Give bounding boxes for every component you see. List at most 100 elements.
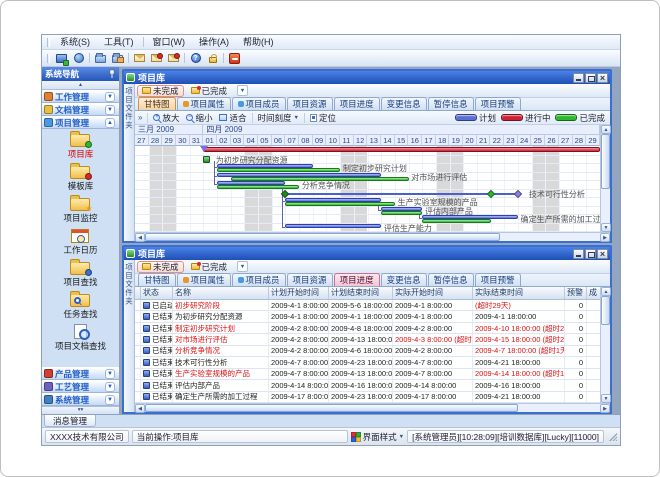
- scroll-left-button[interactable]: ◀: [135, 233, 145, 242]
- column-header-实际开始时间[interactable]: 实际开始时间: [393, 287, 473, 299]
- toolbar-button-help-icon[interactable]: ?: [188, 51, 203, 65]
- scroll-down-button[interactable]: ▼: [601, 394, 611, 403]
- sidebar-item-项目库[interactable]: 项目库: [68, 131, 94, 160]
- overflow-chevron-icon[interactable]: »: [138, 113, 142, 122]
- toolbar-button-mail-icon[interactable]: [132, 51, 147, 65]
- gantt-bar-plan[interactable]: [217, 173, 381, 177]
- zoom-out-button[interactable]: −缩小: [184, 112, 214, 124]
- scroll-up-button[interactable]: ▲: [601, 287, 611, 296]
- interface-style-dropdown[interactable]: 界面样式 ▼: [351, 431, 404, 443]
- scroll-track[interactable]: [601, 296, 610, 394]
- subtab-项目预警[interactable]: 项目预警: [475, 273, 521, 286]
- chevron-down-icon[interactable]: ▼: [105, 369, 115, 379]
- gantt-bar-actual[interactable]: [217, 185, 299, 189]
- scroll-left-button[interactable]: ◀: [135, 404, 145, 413]
- minimize-button[interactable]: [573, 249, 584, 259]
- close-button[interactable]: [597, 249, 608, 259]
- gantt-horizontal-scrollbar[interactable]: ◀▶: [135, 232, 610, 241]
- subtab-甘特图[interactable]: 甘特图: [138, 97, 176, 110]
- sidebar-item-工作日历[interactable]: 工作日历: [63, 227, 97, 256]
- table-row[interactable]: 已结束技术可行性分析2009-4-7 8:00:002009-4-23 18:0…: [135, 357, 600, 368]
- chevron-down-icon[interactable]: ▼: [105, 382, 115, 392]
- gantt-bar-actual[interactable]: [422, 219, 490, 223]
- subtab-项目属性[interactable]: 项目属性: [177, 273, 231, 286]
- column-header-成[interactable]: 成: [587, 287, 600, 299]
- fit-button[interactable]: 适合: [217, 112, 248, 124]
- scroll-thumb[interactable]: [601, 296, 610, 325]
- subtab-项目进度[interactable]: 项目进度: [334, 273, 380, 286]
- column-header-预警[interactable]: 预警: [565, 287, 587, 299]
- subtab-暂停信息[interactable]: 暂停信息: [428, 273, 474, 286]
- sidebar-item-项目监控[interactable]: ★项目监控: [63, 195, 97, 224]
- menu-item-2[interactable]: 工具(T): [97, 35, 141, 49]
- tab-list-dropdown[interactable]: ▼: [237, 261, 248, 272]
- scroll-thumb[interactable]: [145, 404, 518, 412]
- table-horizontal-scrollbar[interactable]: ◀▶: [135, 403, 610, 412]
- minimize-button[interactable]: [573, 73, 584, 83]
- resize-grip[interactable]: [609, 433, 617, 441]
- toolbar-button-exit-icon[interactable]: [227, 51, 242, 65]
- subtab-项目预警[interactable]: 项目预警: [475, 97, 521, 110]
- table-row[interactable]: 已结束对市场进行评估2009-4-2 8:00:002009-4-13 18:0…: [135, 334, 600, 345]
- scroll-down-button[interactable]: ▼: [601, 223, 611, 232]
- subtab-暂停信息[interactable]: 暂停信息: [428, 97, 474, 110]
- sidebar-group-产品管理[interactable]: 产品管理▼: [42, 367, 119, 380]
- table-row[interactable]: 已结束生产实验室规模的产品2009-4-7 8:00:002009-4-13 1…: [135, 369, 600, 380]
- scroll-right-button[interactable]: ▶: [600, 233, 610, 242]
- menu-item-3[interactable]: 窗口(W): [146, 35, 193, 49]
- table-row[interactable]: 已结束为初步研究分配资源2009-4-1 8:00:002009-4-1 18:…: [135, 311, 600, 322]
- chevron-down-icon[interactable]: ▼: [105, 105, 115, 115]
- sidebar-group-项目管理[interactable]: 项目管理▲: [42, 116, 119, 129]
- table-vertical-scrollbar[interactable]: ▲▼: [600, 287, 610, 403]
- maximize-button[interactable]: [585, 73, 596, 83]
- subtab-变更信息[interactable]: 变更信息: [381, 273, 427, 286]
- toolbar-button-mail-new-icon[interactable]: [149, 51, 164, 65]
- table-row[interactable]: 已结束分析竞争情况2009-4-2 8:00:002009-4-6 18:00:…: [135, 346, 600, 357]
- gantt-plan-line[interactable]: [285, 193, 518, 195]
- sidebar-group-文档管理[interactable]: 文档管理▼: [42, 103, 119, 116]
- column-header-状态[interactable]: 状态: [141, 287, 173, 299]
- gantt-bar-actual[interactable]: [231, 177, 409, 181]
- window-titlebar-top[interactable]: 项目库: [124, 71, 610, 84]
- column-header-计划开始时间[interactable]: 计划开始时间: [269, 287, 329, 299]
- toolbar-button-monitor-icon[interactable]: [54, 51, 69, 65]
- chevron-down-icon[interactable]: ▼: [105, 395, 115, 405]
- gantt-task-point[interactable]: [203, 156, 210, 163]
- scroll-track[interactable]: [601, 134, 610, 223]
- tab-未完成[interactable]: 未完成: [137, 261, 184, 273]
- tab-list-dropdown[interactable]: ▼: [237, 85, 248, 96]
- gantt-bar-inprogress[interactable]: [203, 147, 600, 152]
- chevron-down-icon[interactable]: ▼: [105, 92, 115, 102]
- toolbar-button-folder-icon[interactable]: [93, 51, 108, 65]
- scroll-track[interactable]: [145, 404, 600, 412]
- toolbar-button-globe-icon[interactable]: [71, 51, 86, 65]
- menu-item-4[interactable]: 操作(A): [192, 35, 236, 49]
- toolbar-button-folder-save-icon[interactable]: [110, 51, 125, 65]
- window-titlebar-bottom[interactable]: 项目库: [124, 247, 610, 260]
- scroll-track[interactable]: [145, 233, 600, 241]
- subtab-项目资源[interactable]: 项目资源: [287, 273, 333, 286]
- menu-item-5[interactable]: 帮助(H): [236, 35, 281, 49]
- subtab-甘特图[interactable]: 甘特图: [138, 273, 176, 286]
- subtab-项目成员[interactable]: 项目成员: [232, 97, 286, 110]
- subtab-变更信息[interactable]: 变更信息: [381, 97, 427, 110]
- subtab-项目进度[interactable]: 项目进度: [334, 97, 380, 110]
- column-header-计划结束时间[interactable]: 计划结束时间: [329, 287, 393, 299]
- gantt-bar-plan[interactable]: [285, 224, 381, 228]
- gantt-bar-actual[interactable]: [285, 202, 394, 206]
- close-button[interactable]: [597, 73, 608, 83]
- tab-message-management[interactable]: 消息管理: [44, 415, 96, 427]
- tab-已完成[interactable]: 已完成: [186, 85, 233, 97]
- sidebar-group-系统管理[interactable]: 系统管理▼: [42, 393, 119, 406]
- maximize-button[interactable]: [585, 249, 596, 259]
- scroll-thumb[interactable]: [601, 134, 610, 189]
- gantt-vertical-scrollbar[interactable]: ▲▼: [600, 125, 610, 232]
- subtab-项目属性[interactable]: 项目属性: [177, 97, 231, 110]
- toolbar-button-mail-del-icon[interactable]: [166, 51, 181, 65]
- sidebar-group-工艺管理[interactable]: 工艺管理▼: [42, 380, 119, 393]
- sidebar-item-项目文档查找[interactable]: 项目文档查找: [55, 323, 106, 352]
- sidebar-overflow-button[interactable]: ▾▾: [42, 406, 119, 414]
- collapsed-folder-panel[interactable]: 项目文件夹: [124, 260, 135, 412]
- table-row[interactable]: 已结束制定初步研究计划2009-4-2 8:00:002009-4-8 18:0…: [135, 323, 600, 334]
- subtab-项目成员[interactable]: 项目成员: [232, 273, 286, 286]
